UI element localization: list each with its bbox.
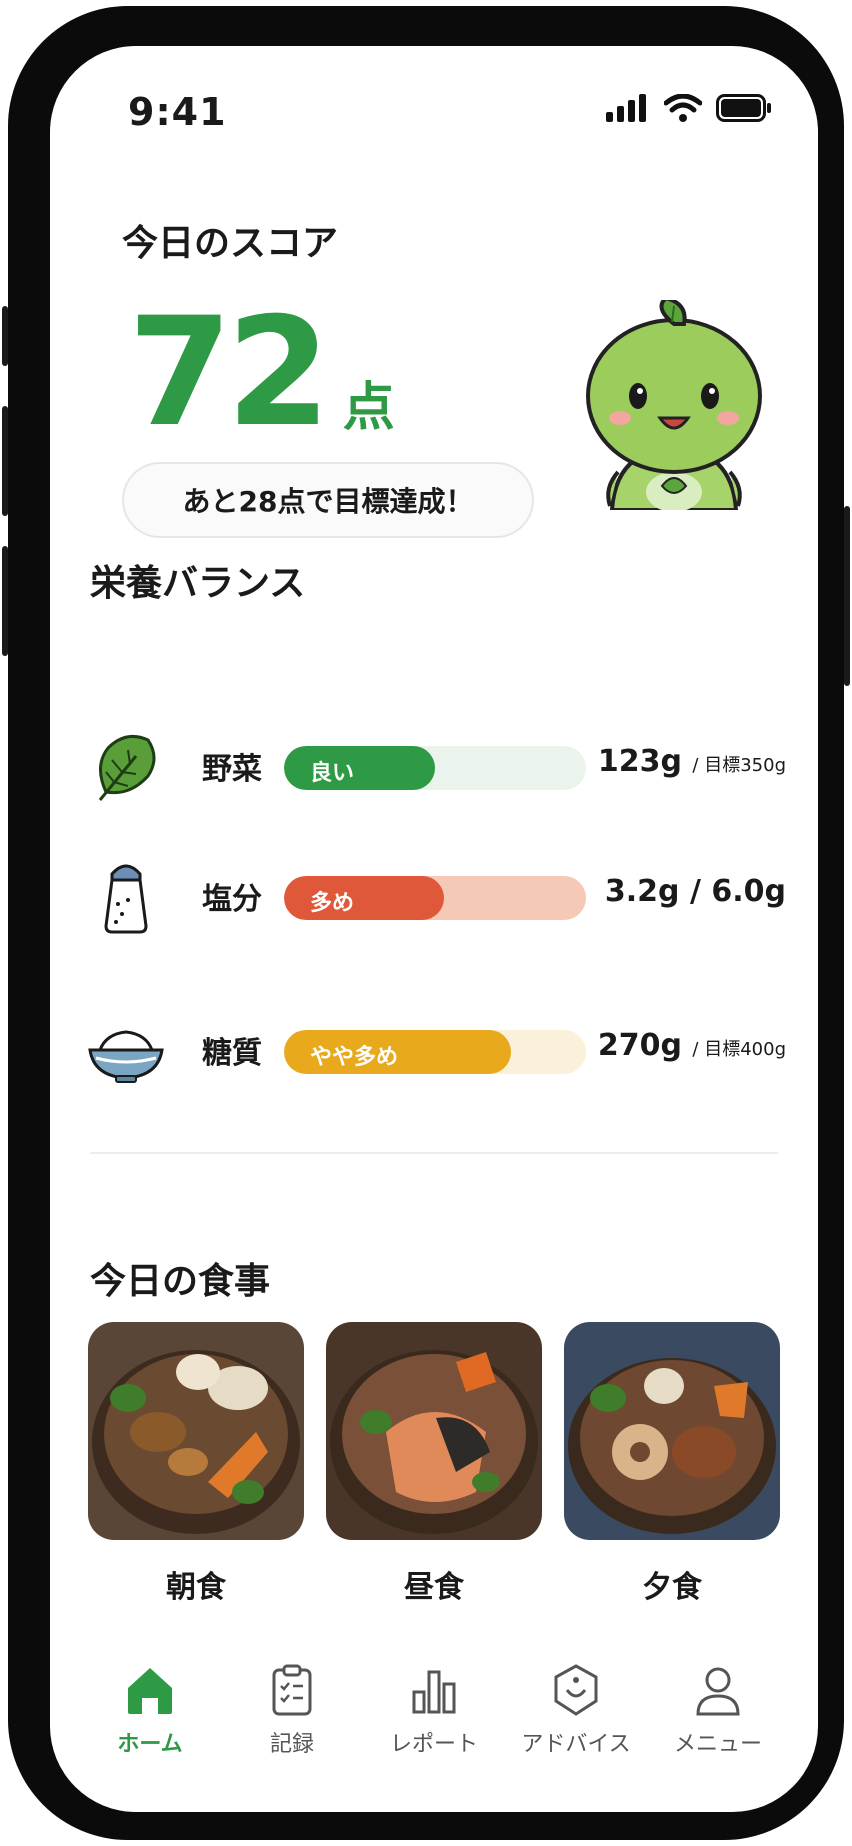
nutrition-row-salt[interactable]: 塩分 多め 3.2g / 6.0g — [86, 856, 786, 936]
volume-down-button — [2, 546, 8, 656]
nav-record[interactable]: 記録 — [222, 1662, 362, 1758]
leafy-greens-icon — [98, 734, 156, 801]
power-button — [844, 506, 850, 686]
nutrition-label: 糖質 — [202, 1036, 262, 1071]
phone-frame: 9:41 今日のスコア 72 点 あと28点で目標達成！ 栄養バランス 野菜 良… — [2, 6, 850, 1840]
nav-home[interactable]: ホーム — [80, 1662, 220, 1758]
nutrition-status: 多め — [310, 891, 355, 916]
meal-photo-breakfast[interactable] — [88, 1322, 304, 1540]
home-icon — [128, 1668, 172, 1714]
salt-shaker-icon — [104, 864, 148, 934]
status-time: 9:41 — [128, 90, 227, 134]
meal-label-dinner: 夕食 — [642, 1570, 702, 1605]
nutrition-label: 塩分 — [202, 882, 262, 917]
meals-title: 今日の食事 — [90, 1261, 271, 1302]
score-title: 今日のスコア — [122, 223, 339, 264]
goal-message-pill: あと28点で目標達成！ — [122, 462, 534, 538]
nav-report[interactable]: レポート — [364, 1662, 504, 1758]
nutrition-row-vegetable[interactable]: 野菜 良い 123g / 目標350g — [86, 726, 786, 806]
status-icons — [606, 94, 772, 122]
meal-photo-lunch[interactable] — [326, 1322, 542, 1540]
nutrition-bar-track: 多め — [284, 876, 586, 920]
meal-label-lunch: 昼食 — [404, 1570, 464, 1605]
meal-label-breakfast: 朝食 — [166, 1570, 226, 1605]
section-divider — [90, 1152, 778, 1154]
food-bowl-image — [88, 1322, 304, 1540]
nutrition-value: 123g / 目標350g — [597, 744, 786, 779]
user-icon — [696, 1667, 740, 1716]
bottom-nav: ホーム 記録 レポート アドバイス メニュー — [50, 1662, 818, 1812]
volume-up-button — [2, 406, 8, 516]
nav-menu[interactable]: メニュー — [648, 1662, 788, 1758]
nutrition-value: 3.2g / 6.0g — [604, 874, 786, 909]
silent-switch — [2, 306, 8, 366]
nutrition-status: やや多め — [310, 1045, 399, 1070]
advice-icon — [554, 1664, 598, 1716]
nutrition-bar-track: 良い — [284, 746, 586, 790]
food-bowl-image — [326, 1322, 542, 1540]
rice-bowl-icon — [88, 1030, 164, 1083]
nutrition-bar-fill — [284, 746, 435, 790]
bar-chart-icon — [412, 1670, 456, 1714]
score-value: 72 — [128, 286, 331, 460]
nutrition-label: 野菜 — [202, 752, 262, 787]
nutrition-bar-track: やや多め — [284, 1030, 586, 1074]
nutrition-title: 栄養バランス — [90, 563, 306, 604]
nutrition-value: 270g / 目標400g — [597, 1028, 786, 1063]
goal-message: あと28点で目標達成！ — [182, 485, 474, 518]
nutrition-status: 良い — [310, 761, 355, 786]
wifi-icon — [664, 94, 702, 122]
score-display: 72 点 — [128, 298, 395, 448]
clipboard-icon — [272, 1664, 312, 1716]
nutrition-row-carbs[interactable]: 糖質 やや多め 270g / 目標400g — [86, 1010, 786, 1090]
app-screen: 9:41 今日のスコア 72 点 あと28点で目標達成！ 栄養バランス 野菜 良… — [50, 46, 818, 1812]
nutrition-bar-fill — [284, 876, 445, 920]
mascot-character — [586, 300, 762, 510]
nav-advice[interactable]: アドバイス — [506, 1662, 646, 1758]
score-unit: 点 — [342, 378, 395, 438]
food-bowl-image — [564, 1322, 780, 1540]
meal-photo-dinner[interactable] — [564, 1322, 780, 1540]
battery-icon — [716, 94, 771, 122]
signal-icon — [606, 94, 646, 122]
